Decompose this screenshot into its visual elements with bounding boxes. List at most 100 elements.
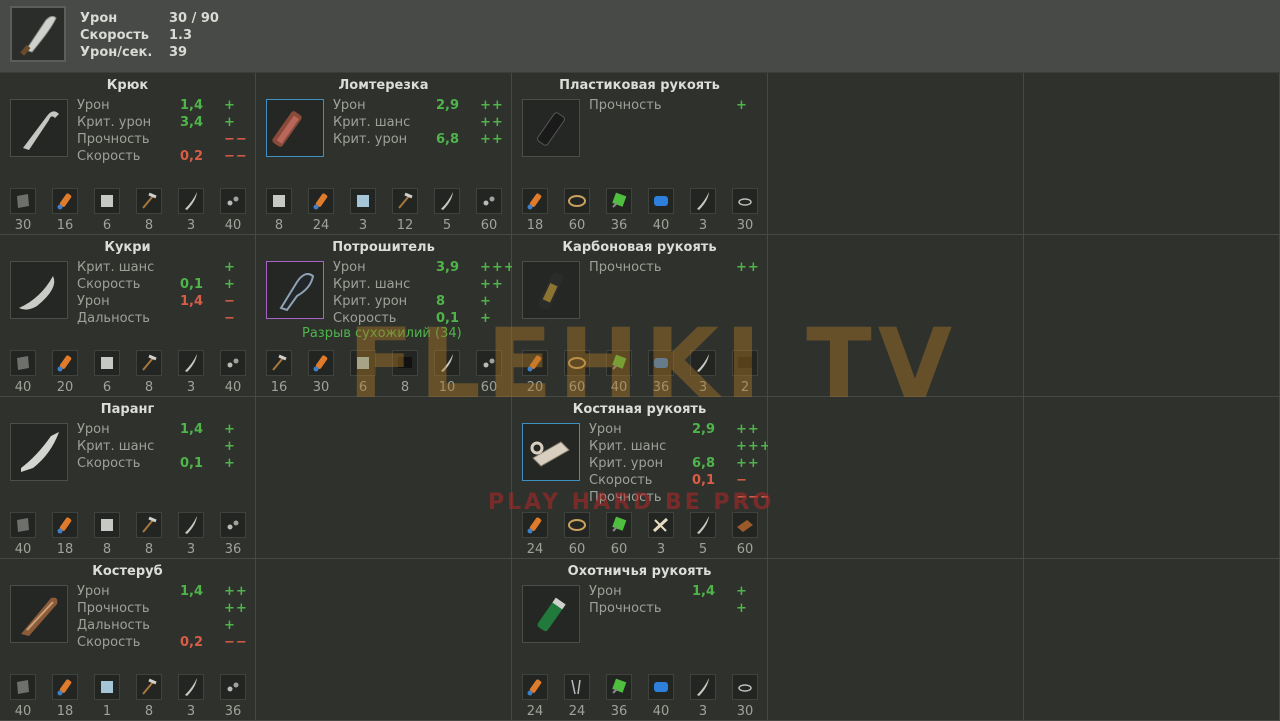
grid-cell (1024, 397, 1280, 559)
upgrade-card[interactable]: Крюк Урон 1,4 + Крит. урон 3,4 + Прочность −− Ско… (0, 73, 256, 235)
material-slot[interactable]: 16 (52, 188, 78, 233)
plastic-handle-icon[interactable] (522, 99, 580, 157)
upgrade-card[interactable]: Пластиковая рукоять Прочность +18 60 36 40 3 30 (512, 73, 768, 235)
leather-icon (732, 512, 758, 538)
stat-modifier: + (224, 277, 236, 292)
stat-row: Урон 1,4 + (77, 421, 236, 438)
material-slot[interactable]: 6 (94, 350, 120, 395)
upgrade-card[interactable]: Кукри Крит. шанс + Скорость 0,1 + Урон 1,4− Даль… (0, 235, 256, 397)
material-slot[interactable]: 8 (136, 674, 162, 719)
material-slot[interactable]: 60 (732, 512, 758, 557)
material-slot[interactable]: 30 (732, 674, 758, 719)
upgrade-card[interactable]: Ломтерезка Урон 2,9 ++ Крит. шанс ++ Крит. уро… (256, 73, 512, 235)
material-slot[interactable]: 18 (52, 512, 78, 557)
material-slot[interactable]: 3 (178, 350, 204, 395)
upgrade-card[interactable]: Костяная рукоять Урон 2,9 ++ Крит. шанс +++ Кр… (512, 397, 771, 559)
stat-value: 2,9 (436, 98, 460, 113)
material-slot[interactable]: 40 (10, 512, 36, 557)
upgrade-card[interactable]: Паранг Урон 1,4 + Крит. шанс + Скорость 0,1 +40 1… (0, 397, 256, 559)
material-slot[interactable]: 5 (434, 188, 460, 233)
material-slot[interactable]: 40 (648, 188, 674, 233)
nails-icon (564, 674, 590, 700)
material-count: 24 (526, 704, 544, 719)
material-slot[interactable]: 8 (266, 188, 292, 233)
material-slot[interactable]: 60 (564, 512, 590, 557)
material-slot[interactable]: 36 (606, 674, 632, 719)
material-slot[interactable]: 40 (648, 674, 674, 719)
material-slot[interactable]: 40 (220, 188, 246, 233)
material-slot[interactable]: 30 (732, 188, 758, 233)
card-title: Костеруб (92, 564, 163, 579)
grid-cell (768, 559, 1024, 721)
stat-row: Скорость 0,1 + (77, 276, 236, 293)
material-slot[interactable]: 18 (522, 188, 548, 233)
material-slot[interactable]: 36 (220, 674, 246, 719)
bolts-icon (220, 512, 246, 538)
material-slot[interactable]: 24 (522, 674, 548, 719)
machete-icon[interactable] (10, 6, 66, 62)
material-slot[interactable]: 24 (564, 674, 590, 719)
material-slot[interactable]: 18 (52, 674, 78, 719)
hunter-handle-icon[interactable] (522, 585, 580, 643)
material-slot[interactable]: 30 (10, 188, 36, 233)
hammer-icon (136, 350, 162, 376)
material-slot[interactable]: 36 (220, 512, 246, 557)
material-slot[interactable]: 3 (648, 512, 674, 557)
stat-value: 0,2 (180, 635, 204, 650)
material-slot[interactable]: 3 (690, 674, 716, 719)
material-slot[interactable]: 60 (564, 188, 590, 233)
card-title: Кукри (104, 240, 151, 255)
card-title: Охотничья рукоять (567, 564, 712, 579)
upgrade-card[interactable]: Костеруб Урон 1,4 ++ Прочность ++ Дальность + Ск… (0, 559, 256, 721)
gutter-blade-icon[interactable] (266, 261, 324, 319)
material-slot[interactable]: 40 (10, 674, 36, 719)
stat-row: Крит. шанс ++ (333, 114, 504, 131)
stat-name: Крит. урон (77, 115, 152, 130)
material-slot[interactable]: 5 (690, 512, 716, 557)
material-slot[interactable]: 16 (266, 350, 292, 395)
material-slot[interactable]: 3 (178, 512, 204, 557)
material-slot[interactable]: 24 (308, 188, 334, 233)
blade-icon (690, 512, 716, 538)
material-slot[interactable]: 3 (178, 674, 204, 719)
hook-blade-icon[interactable] (10, 99, 68, 157)
material-slot[interactable]: 60 (476, 188, 502, 233)
material-slot[interactable]: 12 (392, 188, 418, 233)
upgrade-card[interactable]: Охотничья рукоять Урон 1,4 + Прочность +24 24 3… (512, 559, 768, 721)
material-slot[interactable]: 8 (94, 512, 120, 557)
materials-row: 24 60 60 3 5 60 (522, 512, 758, 557)
material-slot[interactable]: 24 (522, 512, 548, 557)
material-count: 18 (526, 218, 544, 233)
material-slot[interactable]: 60 (606, 512, 632, 557)
material-slot[interactable]: 8 (136, 512, 162, 557)
material-slot[interactable]: 6 (94, 188, 120, 233)
parang-icon[interactable] (10, 423, 68, 481)
metal-sheet-icon (94, 350, 120, 376)
glue-icon (52, 674, 78, 700)
blade-icon (178, 512, 204, 538)
material-count: 40 (14, 542, 32, 557)
material-slot[interactable]: 30 (308, 350, 334, 395)
bone-handle-icon[interactable] (522, 423, 580, 481)
material-count: 8 (102, 542, 112, 557)
material-count: 3 (186, 218, 196, 233)
material-slot[interactable]: 8 (136, 350, 162, 395)
stat-name: Прочность (589, 601, 662, 616)
material-slot[interactable]: 3 (350, 188, 376, 233)
chainsaw-blade-icon[interactable] (266, 99, 324, 157)
material-slot[interactable]: 8 (136, 188, 162, 233)
bone-cleaver-icon[interactable] (10, 585, 68, 643)
material-slot[interactable]: 3 (178, 188, 204, 233)
blade-icon (690, 188, 716, 214)
material-slot[interactable]: 1 (94, 674, 120, 719)
stat-row: Крит. урон 3,4 + (77, 114, 236, 131)
material-slot[interactable]: 36 (606, 188, 632, 233)
material-slot[interactable]: 40 (220, 350, 246, 395)
kukri-icon[interactable] (10, 261, 68, 319)
stat-name: Крит. шанс (77, 439, 155, 454)
material-count: 5 (698, 542, 708, 557)
material-count: 40 (224, 218, 242, 233)
material-slot[interactable]: 3 (690, 188, 716, 233)
material-slot[interactable]: 20 (52, 350, 78, 395)
material-slot[interactable]: 40 (10, 350, 36, 395)
